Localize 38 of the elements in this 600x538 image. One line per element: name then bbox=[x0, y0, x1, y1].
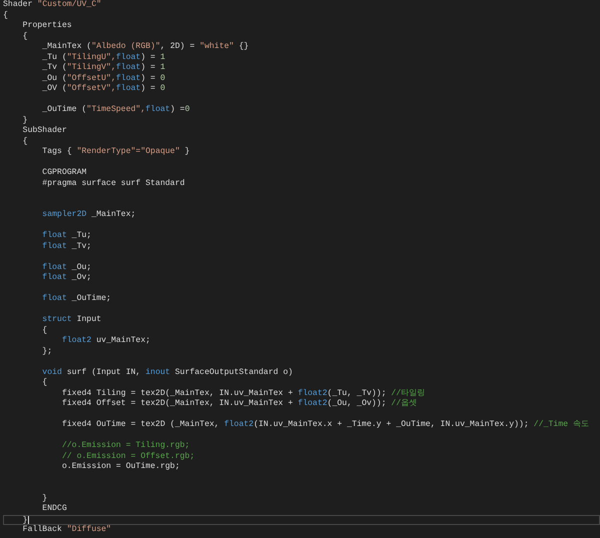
code-line: _Tu ("TilingU",float) = 1 bbox=[41, 52, 166, 63]
code-line: _Tv ("TilingV",float) = 1 bbox=[41, 63, 166, 74]
code-line: { bbox=[41, 326, 48, 336]
code-line: _OuTime ("TimeSpeed",float) =0 bbox=[41, 105, 191, 116]
code-line: fixed4 Tiling = tex2D(_MainTex, IN.uv_MainTex + float2(_Tu, _Tv)); //타일링 bbox=[60, 388, 426, 399]
code-line: struct Input bbox=[41, 315, 102, 326]
code-line: float _OuTime; bbox=[41, 294, 112, 304]
code-line: { bbox=[22, 32, 29, 42]
code-line: o.Emission = OuTime.rgb; bbox=[60, 462, 181, 472]
code-line: Shader "Custom/UV_C" bbox=[3, 0, 102, 10]
code-line: float _Ou; bbox=[41, 262, 92, 273]
code-line: float _Ov; bbox=[41, 273, 92, 284]
code-line: sampler2D _MainTex; bbox=[41, 210, 137, 220]
code-line: fixed4 Offset = tex2D(_MainTex, IN.uv_MainTex + float2(_Ou, _Ov)); //옵셋 bbox=[60, 399, 418, 410]
code-line: #pragma surface surf Standard bbox=[41, 178, 186, 189]
code-line: }; bbox=[41, 346, 54, 357]
code-line: fixed4 OuTime = tex2D (_MainTex, float2(IN.uv_MainTex.x + _Time.y + _OuTime, IN.uv_MainTex.y)); //_Time 속도 bbox=[60, 420, 590, 430]
code-line: Properties bbox=[22, 21, 73, 32]
code-line: float2 uv_MainTex; bbox=[60, 336, 152, 346]
text-cursor bbox=[28, 514, 29, 524]
code-line: { bbox=[3, 10, 9, 21]
code-line: void surf (Input IN, inout SurfaceOutputStandard o) bbox=[41, 368, 294, 378]
code-line: FallBack "Diffuse" bbox=[22, 525, 112, 536]
code-line: Tags { "RenderType"="Opaque" } bbox=[41, 147, 191, 158]
code-line: // o.Emission = Offset.rgb; bbox=[60, 452, 196, 462]
code-line: //o.Emission = Tiling.rgb; bbox=[60, 441, 191, 452]
code-line: } bbox=[22, 116, 29, 126]
code-line: _Ou ("OffsetU",float) = 0 bbox=[41, 74, 166, 84]
code-line: SubShader bbox=[22, 126, 68, 136]
code-line: CGPROGRAM bbox=[41, 168, 88, 178]
code-line: { bbox=[41, 378, 48, 388]
code-line: ENDCG bbox=[41, 504, 68, 514]
code-line: _OV ("OffsetV",float) = 0 bbox=[41, 84, 166, 94]
code-line: _MainTex ("Albedo (RGB)", 2D) = "white" {} bbox=[41, 42, 250, 52]
code-line: { bbox=[22, 136, 29, 147]
code-line: } bbox=[41, 494, 48, 504]
code-line: float _Tu; bbox=[41, 231, 92, 242]
code-line: float _Tv; bbox=[41, 242, 92, 252]
